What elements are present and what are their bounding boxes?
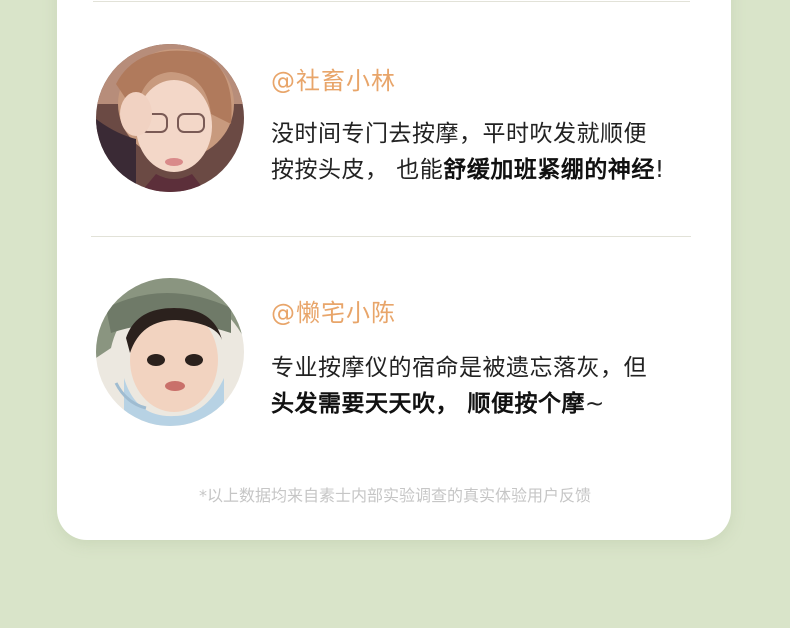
review-1-line-2-bold: 舒缓加班紧绷的神经 (443, 157, 655, 183)
review-2-line-2-tail: ~ (585, 391, 605, 417)
review-1-line-1: 没时间专门去按摩，平时吹发就顺便 (271, 121, 647, 147)
review-1-line-2: 按按头皮， 也能舒缓加班紧绷的神经! (271, 150, 665, 184)
username-1: @社畜小林 (271, 67, 396, 95)
review-1-line-2-plain: 按按头皮， 也能 (271, 157, 444, 183)
user-avatar-2 (96, 278, 244, 426)
middle-divider (91, 236, 691, 237)
review-2-line-2-bold: 头发需要天天吹， 顺便按个摩 (271, 391, 586, 417)
review-2-line-2: 头发需要天天吹， 顺便按个摩~ (271, 384, 605, 418)
review-1-line-2-tail: ! (654, 157, 665, 183)
review-2-line-1: 专业按摩仪的宿命是被遗忘落灰，但 (271, 355, 647, 381)
survey-footnote: *以上数据均来自素士内部实验调查的真实体验用户反馈 (198, 486, 591, 505)
username-2: @懒宅小陈 (271, 299, 396, 327)
user-avatar-1 (96, 44, 244, 192)
top-divider (93, 1, 690, 2)
